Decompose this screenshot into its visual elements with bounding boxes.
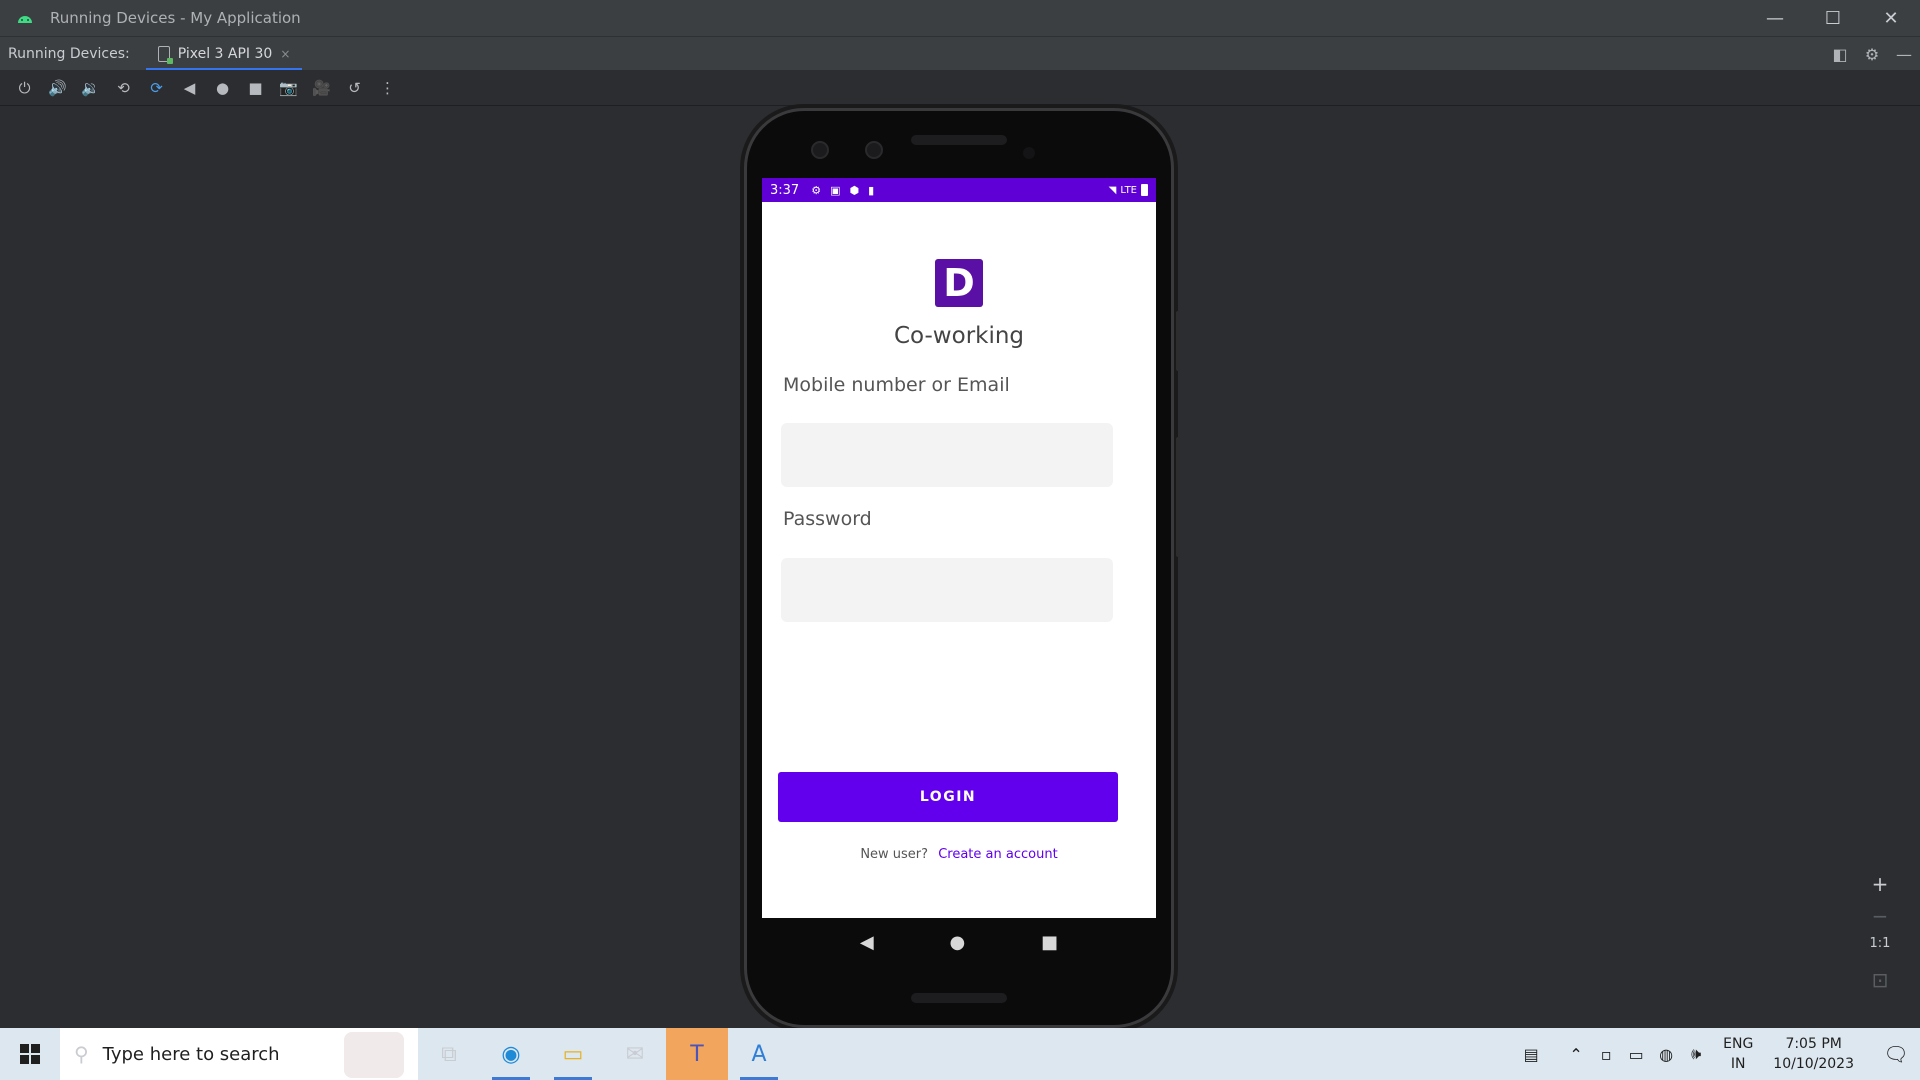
- password-field-label: Password: [783, 508, 872, 530]
- app-logo: D: [935, 259, 983, 307]
- volume-up-icon[interactable]: 🔊: [41, 74, 74, 102]
- search-placeholder: Type here to search: [102, 1043, 280, 1065]
- volume-rocker[interactable]: [1176, 437, 1180, 557]
- minimize-button[interactable]: —: [1746, 0, 1804, 36]
- wifi-icon: ◥: [1108, 184, 1117, 196]
- running-devices-label: Running Devices:: [8, 45, 130, 62]
- screen-record-icon[interactable]: 🎥: [305, 74, 338, 102]
- notification-center-icon[interactable]: 🗨: [1872, 1042, 1920, 1066]
- device-screen: 3:37 ⚙ ▣ ⬢ ▮ ◥ LTE D Co-working Mobile n…: [762, 178, 1156, 918]
- task-view-icon[interactable]: ⧉: [418, 1028, 480, 1080]
- zoom-controls: + − 1:1 ⊡: [1866, 872, 1894, 992]
- signup-row: New user? Create an account: [762, 847, 1156, 862]
- speaker-icon[interactable]: 🕪: [1681, 1044, 1711, 1064]
- overview-icon[interactable]: ■: [239, 74, 272, 102]
- globe-icon[interactable]: ◍: [1651, 1045, 1681, 1064]
- taskbar-search[interactable]: ⚲ Type here to search: [60, 1028, 418, 1080]
- power-button[interactable]: [1176, 311, 1180, 371]
- tab-pixel-3-api-30[interactable]: Pixel 3 API 30 ×: [145, 37, 303, 71]
- status-time: 3:37: [770, 182, 800, 198]
- front-camera-icon: [811, 141, 829, 159]
- app-name: Co-working: [893, 323, 1025, 349]
- nav-back-icon[interactable]: ◀: [860, 932, 874, 953]
- hide-icon[interactable]: —: [1888, 45, 1920, 64]
- camera-icon[interactable]: 📷: [272, 74, 305, 102]
- camera-tray-icon[interactable]: ▫: [1591, 1045, 1621, 1064]
- network-label: LTE: [1120, 184, 1137, 196]
- tab-close-icon[interactable]: ×: [280, 47, 290, 61]
- zoom-in-button[interactable]: +: [1872, 872, 1889, 896]
- more-icon[interactable]: ⋮: [371, 74, 404, 102]
- signup-prompt: New user?: [860, 847, 929, 862]
- back-icon[interactable]: ◀: [173, 74, 206, 102]
- fit-screen-icon[interactable]: ⊡: [1872, 968, 1889, 992]
- tab-label: Pixel 3 API 30: [177, 45, 273, 62]
- android-status-bar: 3:37 ⚙ ▣ ⬢ ▮ ◥ LTE: [762, 178, 1156, 202]
- close-button[interactable]: ✕: [1862, 0, 1920, 36]
- sd-card-icon: ▮: [868, 183, 875, 197]
- actual-size-button[interactable]: 1:1: [1870, 936, 1891, 958]
- android-studio-icon[interactable]: A: [728, 1028, 790, 1080]
- rotate-left-icon[interactable]: ⟲: [107, 74, 140, 102]
- volume-down-icon[interactable]: 🔉: [74, 74, 107, 102]
- android-icon: [18, 16, 32, 23]
- create-account-link[interactable]: Create an account: [938, 847, 1057, 862]
- search-icon: ⚲: [74, 1042, 89, 1066]
- status-notification-icons: ⚙ ▣ ⬢ ▮: [811, 184, 874, 197]
- email-field-label: Mobile number or Email: [783, 374, 1010, 396]
- chevron-up-icon[interactable]: ⌃: [1561, 1045, 1591, 1064]
- battery-tray-icon[interactable]: ▭: [1621, 1045, 1651, 1064]
- earpiece: [911, 135, 1007, 145]
- android-nav-bar: ◀ ● ■: [762, 918, 1156, 966]
- nav-home-icon[interactable]: ●: [950, 932, 966, 953]
- windows-taskbar: ⚲ Type here to search ⧉ ◉ ▭ ✉ T A ▤ ⌃ ▫ …: [0, 1028, 1920, 1080]
- zoom-out-button[interactable]: −: [1872, 904, 1889, 928]
- region-code: IN: [1730, 1056, 1746, 1072]
- device-icon: [157, 45, 173, 64]
- front-camera-icon: [865, 141, 883, 159]
- gear-icon[interactable]: ⚙: [1856, 45, 1888, 64]
- status-system-icons: ◥ LTE: [1109, 184, 1148, 196]
- login-button[interactable]: LOGIN: [778, 772, 1118, 822]
- rotate-right-icon[interactable]: ⟳: [140, 74, 173, 102]
- password-field[interactable]: [781, 558, 1113, 622]
- clock-time: 7:05 PM: [1785, 1036, 1842, 1052]
- clock[interactable]: 7:05 PM 10/10/2023: [1773, 1034, 1854, 1074]
- search-highlight-image: [344, 1032, 404, 1078]
- nav-overview-icon[interactable]: ■: [1041, 932, 1058, 953]
- window-controls: — ☐ ✕: [1746, 0, 1920, 36]
- home-icon[interactable]: ●: [206, 74, 239, 102]
- maximize-button[interactable]: ☐: [1804, 0, 1862, 36]
- mail-icon[interactable]: ✉: [604, 1028, 666, 1080]
- teams-icon[interactable]: T: [666, 1028, 728, 1080]
- running-devices-tabbar: Running Devices: Pixel 3 API 30 × ◧ ⚙ —: [0, 36, 1920, 71]
- shield-icon: ⬢: [849, 183, 860, 197]
- tabbar-actions: ◧ ⚙ —: [1824, 37, 1920, 71]
- system-tray: ▤ ⌃ ▫ ▭ ◍ 🕪 ENG IN 7:05 PM 10/10/2023 🗨: [1501, 1028, 1920, 1080]
- clock-date: 10/10/2023: [1773, 1056, 1854, 1072]
- bottom-speaker: [911, 993, 1007, 1003]
- windows-logo-icon: [20, 1044, 40, 1064]
- layout-icon[interactable]: ◧: [1824, 45, 1856, 64]
- email-field[interactable]: [781, 423, 1113, 487]
- file-explorer-icon[interactable]: ▭: [542, 1028, 604, 1080]
- language-indicator[interactable]: ENG IN: [1723, 1034, 1753, 1074]
- language-code: ENG: [1723, 1036, 1754, 1052]
- proximity-sensor: [1023, 147, 1035, 159]
- power-icon[interactable]: ⏻: [8, 74, 41, 102]
- battery-icon: [1141, 184, 1148, 196]
- emulator-toolbar: ⏻ 🔊 🔉 ⟲ ⟳ ◀ ● ■ 📷 🎥 ↺ ⋮: [0, 70, 1920, 106]
- news-widget-icon[interactable]: ▤: [1501, 1045, 1561, 1064]
- window-title: Running Devices - My Application: [50, 9, 301, 27]
- reset-icon[interactable]: ↺: [338, 74, 371, 102]
- windows-start-button[interactable]: [0, 1028, 60, 1080]
- title-bar: Running Devices - My Application — ☐ ✕: [0, 0, 1920, 36]
- settings-icon: ⚙: [811, 183, 822, 197]
- accessibility-icon: ▣: [830, 183, 841, 197]
- edge-browser-icon[interactable]: ◉: [480, 1028, 542, 1080]
